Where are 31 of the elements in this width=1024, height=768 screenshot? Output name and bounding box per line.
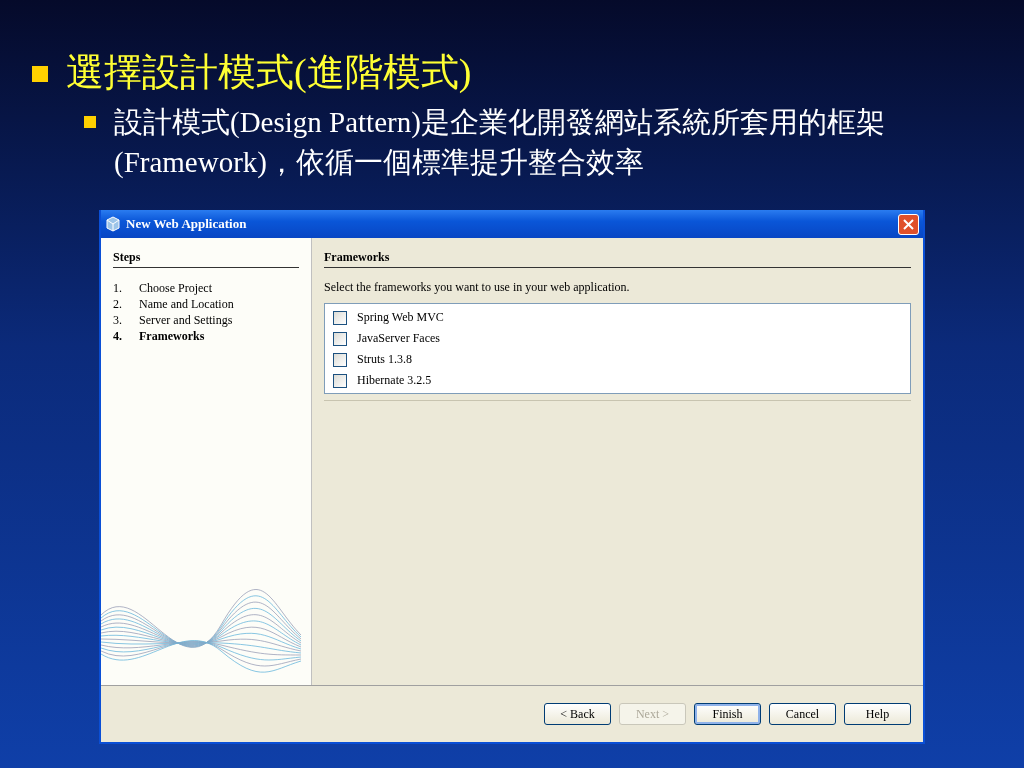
step-number: 3. bbox=[113, 312, 123, 328]
step-number: 1. bbox=[113, 280, 123, 296]
step-label: Frameworks bbox=[139, 328, 205, 344]
checkbox[interactable] bbox=[333, 352, 347, 367]
step-label: Server and Settings bbox=[139, 312, 233, 328]
panel-heading: Frameworks bbox=[324, 250, 911, 268]
step-label: Choose Project bbox=[139, 280, 212, 296]
bullet-text: 設計模式(Design Pattern)是企業化開發網站系統所套用的框架(Framework)，依循一個標準提升整合效率 bbox=[114, 105, 886, 180]
close-button[interactable] bbox=[898, 213, 919, 235]
framework-label: JavaServer Faces bbox=[357, 331, 440, 346]
checkbox[interactable] bbox=[333, 310, 347, 325]
steps-heading: Steps bbox=[113, 250, 299, 268]
dialog-button[interactable]: Cancel bbox=[769, 703, 836, 725]
dialog-button[interactable]: Finish bbox=[694, 703, 761, 725]
close-icon bbox=[903, 218, 914, 230]
dialog-button[interactable]: Help bbox=[844, 703, 911, 725]
bullet-icon bbox=[84, 116, 96, 128]
bullet-icon bbox=[32, 66, 48, 82]
instruction-text: Select the frameworks you want to use in your web application. bbox=[324, 280, 631, 295]
checkbox[interactable] bbox=[333, 331, 347, 346]
framework-label: Spring Web MVC bbox=[357, 310, 444, 325]
dialog-button[interactable]: < Back bbox=[544, 703, 611, 725]
window-title: New Web Application bbox=[126, 216, 248, 232]
slide-title: 選擇設計模式(進階模式) bbox=[66, 50, 472, 95]
step-number: 4. bbox=[113, 328, 123, 344]
checkbox[interactable] bbox=[333, 373, 347, 388]
framework-label: Hibernate 3.2.5 bbox=[357, 373, 432, 388]
cube-icon bbox=[105, 216, 121, 232]
step-label: Name and Location bbox=[139, 296, 234, 312]
framework-label: Struts 1.3.8 bbox=[357, 352, 412, 367]
step-number: 2. bbox=[113, 296, 123, 312]
